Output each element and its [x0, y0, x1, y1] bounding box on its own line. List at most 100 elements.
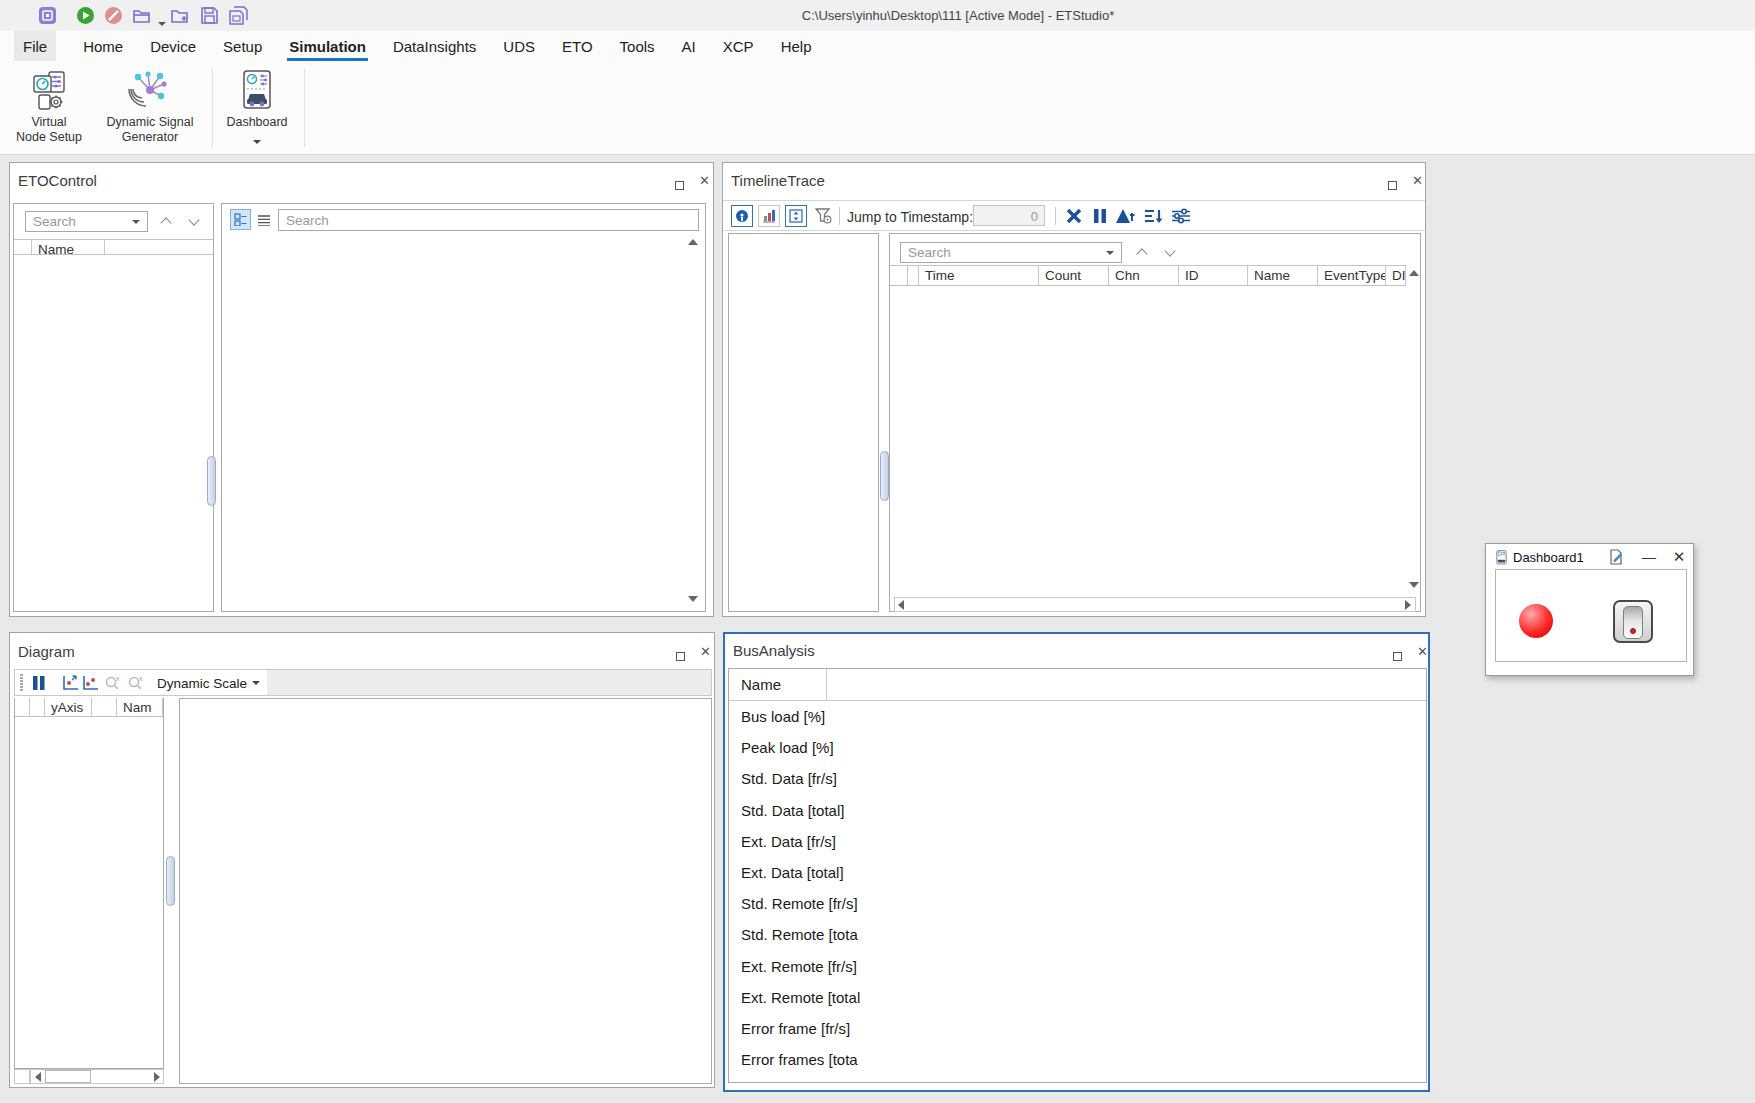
- diagram-scroll-right-icon[interactable]: [154, 1072, 160, 1082]
- dynamic-signal-generator-button[interactable]: Dynamic Signal Generator: [100, 65, 200, 145]
- busanalysis-row[interactable]: Ext. Data [fr/s]: [729, 826, 1426, 857]
- etocontrol-splitter[interactable]: [207, 456, 216, 506]
- etocontrol-list-search-input[interactable]: Search: [278, 209, 699, 231]
- etocontrol-scroll-down-icon[interactable]: [688, 596, 698, 602]
- diagram-hscroll-thumb[interactable]: [45, 1070, 91, 1083]
- busanalysis-row[interactable]: Error frames [tota: [729, 1044, 1426, 1075]
- timelinetrace-close-button[interactable]: ✕: [1412, 176, 1423, 185]
- trigger-icon[interactable]: [1115, 207, 1137, 229]
- etocontrol-search-prev-icon[interactable]: [160, 216, 172, 228]
- diagram-column-header[interactable]: [92, 698, 117, 716]
- fit-x-axis-icon[interactable]: [62, 675, 80, 695]
- timelinetrace-splitter[interactable]: [880, 451, 889, 501]
- timelinetrace-scroll-right-icon[interactable]: [1405, 600, 1411, 610]
- ribbon-label: Virtual: [12, 115, 86, 130]
- busanalysis-row[interactable]: Std. Remote [fr/s]: [729, 888, 1426, 919]
- diagram-hscrollbar[interactable]: [30, 1069, 164, 1084]
- timelinetrace-search-prev-icon[interactable]: [1136, 247, 1148, 259]
- diagram-column-header[interactable]: Nam: [117, 698, 163, 716]
- diagram-restore-button[interactable]: [676, 647, 685, 665]
- jump-to-timestamp-input[interactable]: 0: [973, 205, 1045, 226]
- timelinetrace-column-header[interactable]: Time: [919, 266, 1039, 285]
- busanalysis-row[interactable]: Bus load [%]: [729, 701, 1426, 732]
- diagram-splitter[interactable]: [166, 856, 175, 906]
- busanalysis-row[interactable]: Std. Remote [tota: [729, 919, 1426, 950]
- etocontrol-search-combo[interactable]: Search: [25, 211, 148, 232]
- timelinetrace-column-header[interactable]: EventType: [1318, 266, 1386, 285]
- toggle-switch[interactable]: [1613, 600, 1653, 643]
- dashboard-button[interactable]: Dashboard: [222, 65, 292, 148]
- diagram-column-header[interactable]: yAxis: [45, 698, 92, 716]
- menu-item[interactable]: UDS: [503, 31, 535, 61]
- trace-view-button[interactable]: [731, 205, 753, 227]
- timelinetrace-hscrollbar[interactable]: [894, 597, 1416, 612]
- busanalysis-row[interactable]: Std. Data [total]: [729, 795, 1426, 826]
- etocontrol-close-button[interactable]: ✕: [699, 176, 710, 185]
- virtual-node-setup-button[interactable]: Virtual Node Setup: [12, 65, 86, 145]
- menu-item[interactable]: ETO: [562, 31, 593, 61]
- zoom-out-icon[interactable]: x: [105, 675, 121, 695]
- timelinetrace-column-header[interactable]: [908, 266, 919, 285]
- busanalysis-row[interactable]: Std. Data [fr/s]: [729, 763, 1426, 794]
- menu-item[interactable]: Simulation: [289, 31, 366, 61]
- toggle-switch-knob[interactable]: [1623, 606, 1643, 639]
- led-indicator[interactable]: [1519, 604, 1553, 638]
- fit-y-axis-icon[interactable]: [82, 675, 100, 695]
- dashboard1-content: [1495, 569, 1687, 662]
- busanalysis-restore-button[interactable]: [1393, 647, 1402, 665]
- chart-view-button[interactable]: [758, 205, 780, 227]
- diagram-column-header[interactable]: [15, 698, 30, 716]
- dynamic-scale-caret[interactable]: [252, 681, 260, 685]
- busanalysis-row[interactable]: Error frame [fr/s]: [729, 1013, 1426, 1044]
- timelinetrace-column-header[interactable]: [890, 266, 908, 285]
- diagram-close-button[interactable]: ✕: [700, 647, 711, 656]
- menu-item[interactable]: Help: [781, 31, 812, 61]
- filter-icon[interactable]: [812, 205, 834, 227]
- menu-item[interactable]: DataInsights: [393, 31, 476, 61]
- busanalysis-row[interactable]: Ext. Remote [total: [729, 982, 1426, 1013]
- minimize-icon[interactable]: —: [1641, 549, 1657, 565]
- menu-item[interactable]: AI: [682, 31, 696, 61]
- menu-item[interactable]: File: [14, 31, 56, 61]
- dashboard1-close-icon[interactable]: ✕: [1671, 548, 1687, 566]
- timelinetrace-search-next-icon[interactable]: [1164, 247, 1176, 259]
- timelinetrace-column-header[interactable]: DI: [1386, 266, 1406, 285]
- sort-icon[interactable]: [1144, 207, 1164, 229]
- timelinetrace-scroll-up-icon[interactable]: [1409, 270, 1419, 276]
- timelinetrace-column-header[interactable]: Count: [1039, 266, 1109, 285]
- dynamic-scale-label[interactable]: Dynamic Scale: [157, 676, 247, 691]
- timelinetrace-column-header[interactable]: Chn: [1109, 266, 1179, 285]
- timelinetrace-scroll-down-icon[interactable]: [1409, 582, 1419, 588]
- timelinetrace-column-header[interactable]: Name: [1248, 266, 1318, 285]
- etocontrol-listview-toggle[interactable]: [255, 211, 273, 229]
- menu-item[interactable]: XCP: [723, 31, 754, 61]
- timelinetrace-scroll-left-icon[interactable]: [898, 600, 904, 610]
- diagram-column-header[interactable]: [30, 698, 45, 716]
- busanalysis-row[interactable]: Ext. Remote [fr/s]: [729, 951, 1426, 982]
- edit-icon[interactable]: [1608, 549, 1624, 569]
- clear-trace-icon[interactable]: [1065, 207, 1083, 229]
- zoom-in-icon[interactable]: x: [128, 675, 144, 695]
- timelinetrace-restore-button[interactable]: [1388, 176, 1397, 194]
- busanalysis-name-column[interactable]: Name: [729, 669, 827, 700]
- menu-item[interactable]: Device: [150, 31, 196, 61]
- busanalysis-row[interactable]: Ext. Data [total]: [729, 857, 1426, 888]
- timelinetrace-search-combo[interactable]: Search: [900, 242, 1122, 263]
- diagram-pause-icon[interactable]: [32, 675, 46, 695]
- menu-item[interactable]: Home: [83, 31, 123, 61]
- diagram-scroll-left-icon[interactable]: [35, 1072, 41, 1082]
- pause-trace-icon[interactable]: [1093, 207, 1108, 229]
- etocontrol-search-next-icon[interactable]: [188, 216, 200, 228]
- toolbar-grip[interactable]: [20, 674, 23, 691]
- menu-item[interactable]: Tools: [620, 31, 655, 61]
- etocontrol-name-column[interactable]: Name: [32, 240, 105, 254]
- busanalysis-close-button[interactable]: ✕: [1417, 647, 1428, 656]
- timelinetrace-column-header[interactable]: ID: [1179, 266, 1248, 285]
- busanalysis-row[interactable]: Peak load [%]: [729, 732, 1426, 763]
- menu-item[interactable]: Setup: [223, 31, 262, 61]
- expand-rows-button[interactable]: [785, 205, 807, 227]
- etocontrol-restore-button[interactable]: [675, 176, 684, 194]
- settings-sliders-icon[interactable]: [1171, 207, 1191, 229]
- etocontrol-scroll-up-icon[interactable]: [688, 239, 698, 245]
- etocontrol-treeview-toggle[interactable]: [230, 209, 251, 230]
